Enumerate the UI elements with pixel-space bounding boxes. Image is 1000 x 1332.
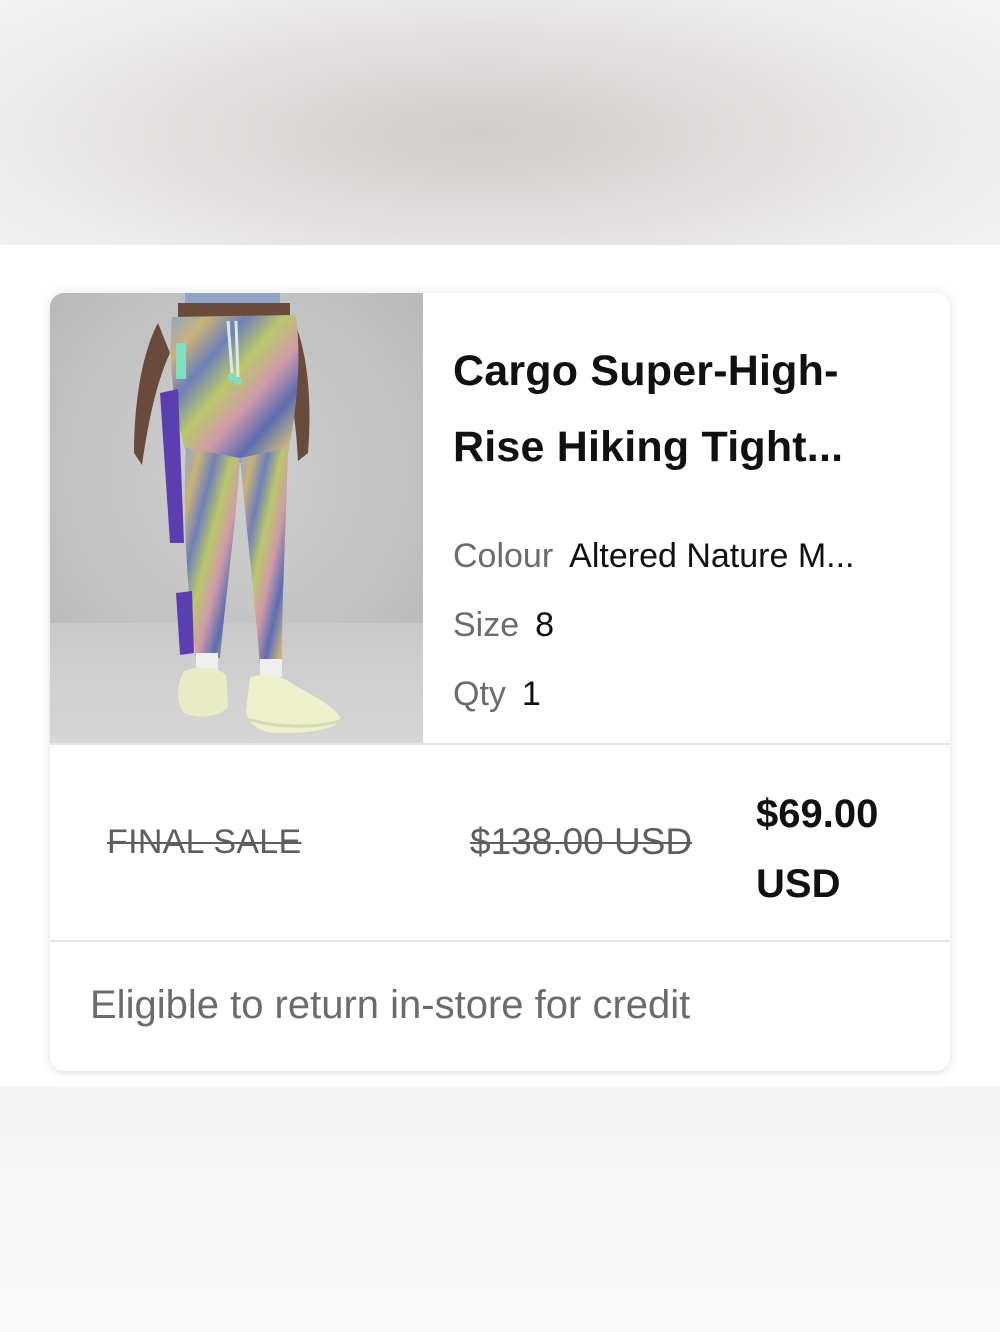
product-image[interactable] <box>50 293 423 744</box>
return-eligibility-note: Eligible to return in-store for credit <box>90 983 691 1027</box>
size-label: Size <box>453 606 520 644</box>
background-bottom <box>0 1087 1000 1332</box>
sale-price: $69.00 USD <box>756 779 878 919</box>
blurred-background-top <box>0 0 1000 245</box>
order-item-card: Cargo Super-High- Rise Hiking Tight... C… <box>50 293 950 1071</box>
size-value: 8 <box>535 606 555 644</box>
product-title[interactable]: Cargo Super-High- Rise Hiking Tight... <box>453 333 923 485</box>
divider <box>50 743 950 745</box>
sale-price-currency: USD <box>756 862 841 906</box>
colour-attribute: Colour Altered Nature M... <box>453 537 855 576</box>
divider <box>50 940 950 942</box>
qty-label: Qty <box>453 675 506 713</box>
original-price: $138.00 USD <box>470 821 693 862</box>
qty-value: 1 <box>521 675 541 713</box>
colour-label: Colour <box>453 537 554 575</box>
product-info: Cargo Super-High- Rise Hiking Tight... C… <box>453 333 923 713</box>
qty-attribute: Qty 1 <box>453 675 541 714</box>
final-sale-label: FINAL SALE <box>107 823 302 861</box>
product-title-line2: Rise Hiking Tight... <box>453 423 844 471</box>
colour-value: Altered Nature M... <box>569 537 855 575</box>
sale-price-amount: $69.00 <box>756 792 879 836</box>
size-attribute: Size 8 <box>453 606 554 645</box>
product-title-line1: Cargo Super-High- <box>453 347 839 395</box>
